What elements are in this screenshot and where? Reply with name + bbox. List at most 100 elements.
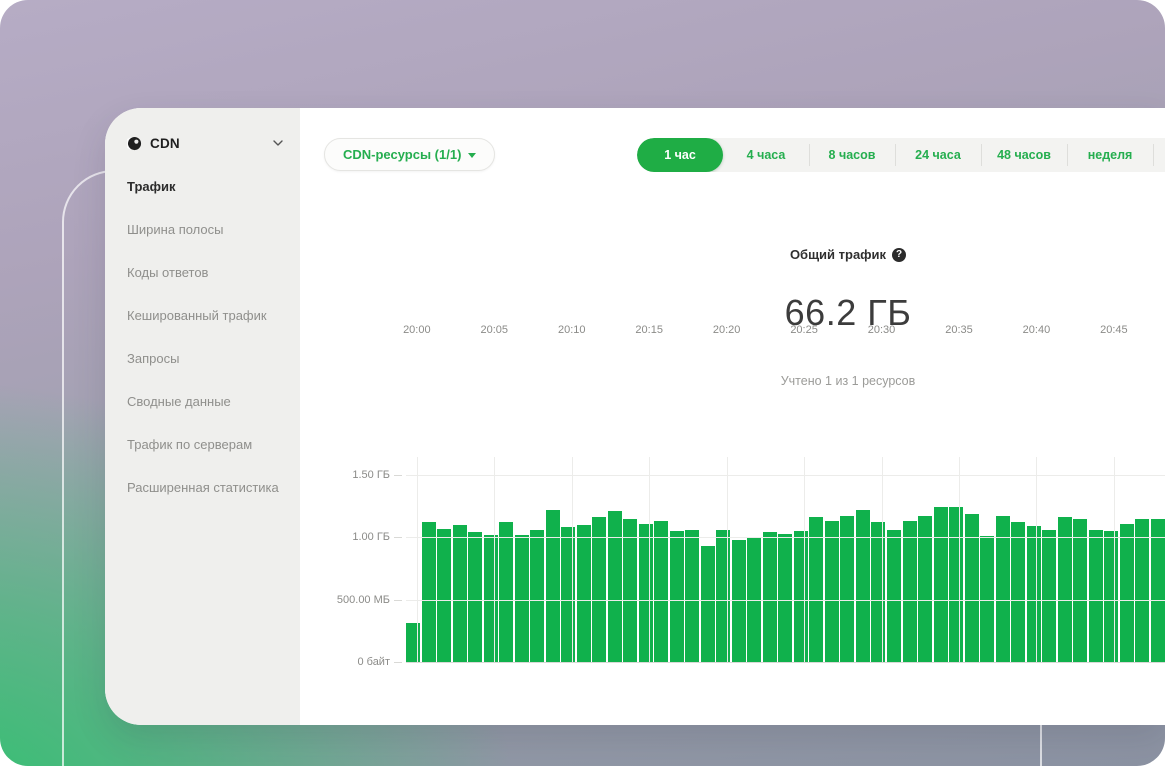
time-tab-5[interactable]: неделя: [1067, 138, 1153, 172]
x-axis-label-5: 20:25: [790, 324, 818, 336]
traffic-bar-45: [1104, 531, 1118, 662]
traffic-summary: Общий трафик ? 66.2 ГБ Учтено 1 из 1 рес…: [406, 246, 1165, 388]
chart-plot-area: [406, 457, 1165, 662]
traffic-bar-4: [468, 532, 482, 662]
traffic-bar-43: [1073, 519, 1087, 662]
sidebar-item-4[interactable]: Запросы: [127, 350, 286, 393]
traffic-bar-7: [515, 535, 529, 662]
traffic-bar-14: [623, 519, 637, 662]
traffic-bar-29: [856, 510, 870, 662]
traffic-bar-26: [809, 517, 823, 662]
globe-icon: [127, 136, 142, 151]
time-tab-3[interactable]: 24 часа: [895, 138, 981, 172]
time-range-tabs: 1 час4 часа8 часов24 часа48 часовнеделям…: [637, 138, 1165, 172]
traffic-bar-18: [685, 530, 699, 662]
resources-counted-note: Учтено 1 из 1 ресурсов: [406, 374, 1165, 388]
vertical-gridline: [1114, 457, 1115, 662]
y-axis-tick: [394, 662, 402, 663]
y-axis-label-0: 1.50 ГБ: [352, 469, 390, 481]
horizontal-gridline: [406, 600, 1165, 601]
sidebar-item-2[interactable]: Коды ответов: [127, 264, 286, 307]
x-axis-label-2: 20:10: [558, 324, 586, 336]
traffic-bar-23: [763, 532, 777, 662]
traffic-bar-34: [934, 507, 948, 662]
time-tab-2[interactable]: 8 часов: [809, 138, 895, 172]
sidebar-header-cdn[interactable]: CDN: [127, 132, 284, 154]
sidebar-item-7[interactable]: Расширенная статистика: [127, 479, 286, 522]
y-axis-tick: [394, 537, 402, 538]
traffic-bar-44: [1089, 530, 1103, 662]
traffic-bar-3: [453, 525, 467, 662]
vertical-gridline: [804, 457, 805, 662]
time-tab-6[interactable]: месяц: [1153, 138, 1165, 172]
traffic-bar-46: [1120, 524, 1134, 662]
vertical-gridline: [572, 457, 573, 662]
x-axis-label-0: 20:00: [403, 324, 431, 336]
chart-y-axis: 1.50 ГБ1.00 ГБ500.00 МБ0 байт: [300, 457, 406, 662]
x-axis-label-7: 20:35: [945, 324, 973, 336]
time-tab-0[interactable]: 1 час: [637, 138, 723, 172]
sidebar-item-5[interactable]: Сводные данные: [127, 393, 286, 436]
traffic-bar-20: [716, 530, 730, 662]
sidebar-item-6[interactable]: Трафик по серверам: [127, 436, 286, 479]
sidebar-item-1[interactable]: Ширина полосы: [127, 221, 286, 264]
traffic-bar-42: [1058, 517, 1072, 662]
traffic-bar-40: [1027, 526, 1041, 662]
x-axis-label-8: 20:40: [1023, 324, 1051, 336]
traffic-bar-9: [546, 510, 560, 662]
y-axis-tick: [394, 600, 402, 601]
traffic-bar-41: [1042, 530, 1056, 662]
traffic-bar-6: [499, 522, 513, 662]
traffic-bar-1: [422, 522, 436, 662]
sidebar: CDN ТрафикШирина полосыКоды ответовКешир…: [105, 108, 300, 725]
cdn-resources-dropdown[interactable]: CDN-ресурсы (1/1): [324, 138, 495, 171]
y-axis-label-3: 0 байт: [357, 656, 390, 668]
traffic-bar-31: [887, 530, 901, 662]
app-background: CDN ТрафикШирина полосыКоды ответовКешир…: [0, 0, 1165, 766]
sidebar-menu: ТрафикШирина полосыКоды ответовКеширован…: [127, 178, 286, 522]
traffic-bar-16: [654, 521, 668, 662]
traffic-bar-17: [670, 531, 684, 662]
traffic-bar-48: [1151, 519, 1165, 662]
traffic-summary-title-row: Общий трафик ?: [790, 247, 906, 262]
chart-x-axis-labels: 20:0020:0520:1020:1520:2020:2520:3020:35…: [406, 324, 1165, 338]
sidebar-item-3[interactable]: Кешированный трафик: [127, 307, 286, 350]
time-tab-4[interactable]: 48 часов: [981, 138, 1067, 172]
traffic-bar-35: [949, 507, 963, 662]
traffic-bar-30: [871, 522, 885, 662]
traffic-bar-5: [484, 535, 498, 662]
caret-down-icon: [468, 153, 476, 158]
y-axis-label-2: 500.00 МБ: [337, 594, 390, 606]
traffic-bar-36: [965, 514, 979, 662]
traffic-bar-24: [778, 534, 792, 662]
vertical-gridline: [727, 457, 728, 662]
sidebar-brand-label: CDN: [150, 136, 180, 151]
vertical-gridline: [959, 457, 960, 662]
traffic-bar-0: [406, 623, 420, 662]
traffic-bar-13: [608, 511, 622, 662]
vertical-gridline: [1036, 457, 1037, 662]
vertical-gridline: [649, 457, 650, 662]
traffic-bar-8: [530, 530, 544, 662]
x-axis-label-1: 20:05: [481, 324, 509, 336]
traffic-bar-47: [1135, 519, 1149, 662]
traffic-bar-15: [639, 524, 653, 662]
traffic-bar-32: [903, 521, 917, 662]
traffic-bar-39: [1011, 522, 1025, 662]
vertical-gridline: [882, 457, 883, 662]
x-axis-label-6: 20:30: [868, 324, 896, 336]
traffic-bar-19: [701, 546, 715, 662]
chart-bars: [406, 475, 1165, 662]
help-icon[interactable]: ?: [892, 248, 906, 262]
topbar: CDN-ресурсы (1/1) 1 час4 часа8 часов24 ч…: [300, 138, 1165, 172]
traffic-bar-2: [437, 529, 451, 662]
vertical-gridline: [417, 457, 418, 662]
y-axis-label-1: 1.00 ГБ: [352, 531, 390, 543]
sidebar-item-0[interactable]: Трафик: [127, 178, 286, 221]
main-panel: CDN-ресурсы (1/1) 1 час4 часа8 часов24 ч…: [300, 108, 1165, 725]
traffic-bar-chart: 1.50 ГБ 1.00 ГБ 500.00 МБ 0 байт: [300, 457, 1165, 707]
time-tab-1[interactable]: 4 часа: [723, 138, 809, 172]
chevron-down-icon: [272, 137, 284, 149]
horizontal-gridline: [406, 662, 1165, 663]
x-axis-label-3: 20:15: [635, 324, 663, 336]
